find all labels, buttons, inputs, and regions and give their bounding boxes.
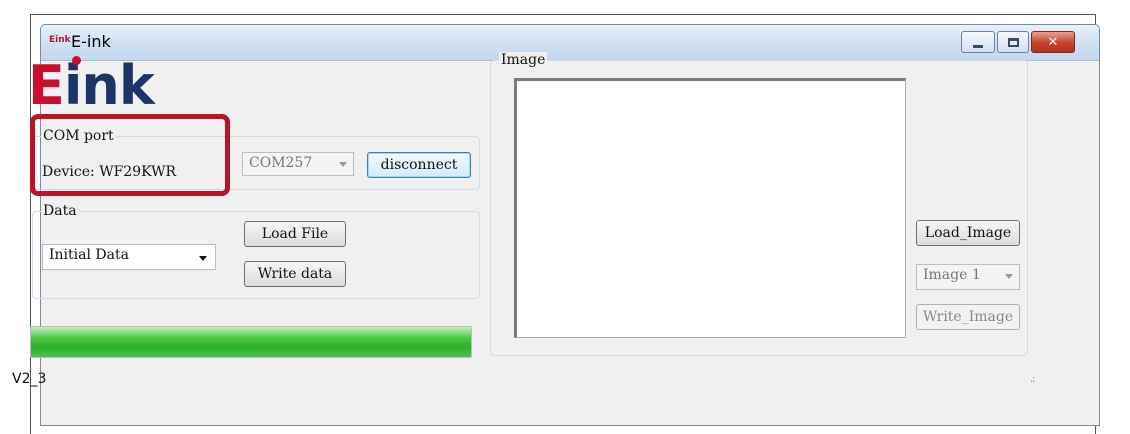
com-port-select[interactable]: COM257 <box>242 152 354 176</box>
eink-app-icon: Eink <box>49 35 71 45</box>
write-image-button[interactable]: Write_Image <box>916 304 1020 330</box>
disconnect-button[interactable]: disconnect <box>367 152 471 178</box>
close-icon: ✕ <box>1047 34 1059 50</box>
eink-logo: Eink <box>28 54 155 117</box>
image-select[interactable]: Image 1 <box>916 264 1020 290</box>
image-group-label: Image <box>499 52 548 68</box>
minimize-button[interactable] <box>961 31 995 53</box>
load-file-button[interactable]: Load File <box>244 221 346 247</box>
data-type-select-value: Initial Data <box>49 247 129 263</box>
com-port-select-value: COM257 <box>249 155 313 171</box>
progress-bar-fill <box>31 327 471 357</box>
title-bar[interactable]: Eink E-ink ✕ <box>41 25 1099 61</box>
chevron-down-icon <box>339 162 347 167</box>
data-type-select[interactable]: Initial Data <box>42 244 216 270</box>
version-label: V2_3 <box>12 371 47 387</box>
maximize-button[interactable] <box>997 31 1029 53</box>
progress-bar <box>30 326 472 358</box>
logo-dot-icon <box>72 56 81 65</box>
minimize-icon <box>973 44 983 48</box>
load-image-button[interactable]: Load_Image <box>916 220 1020 246</box>
chevron-down-icon <box>1005 274 1013 279</box>
highlight-annotation <box>30 114 230 196</box>
image-preview <box>514 78 906 338</box>
resize-grip-icon[interactable]: .: <box>1030 374 1035 385</box>
window-title: E-ink <box>71 32 111 51</box>
chevron-down-icon <box>199 256 207 261</box>
logo-letter-e: E <box>28 54 65 117</box>
close-button[interactable]: ✕ <box>1031 31 1075 53</box>
data-group-label: Data <box>41 203 79 219</box>
maximize-icon <box>1007 37 1019 47</box>
image-select-value: Image 1 <box>923 267 981 283</box>
write-data-button[interactable]: Write data <box>244 261 346 287</box>
